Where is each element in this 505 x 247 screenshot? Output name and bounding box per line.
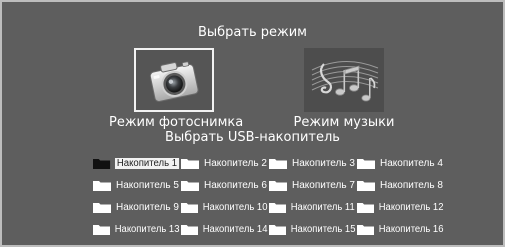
usb-drive-item[interactable]: Накопитель 7 bbox=[269, 178, 355, 192]
photo-mode-label: Режим фотоснимка bbox=[109, 115, 244, 130]
usb-drive-label: Накопитель 10 bbox=[202, 201, 268, 213]
music-mode-button[interactable] bbox=[304, 48, 384, 112]
usb-drive-label: Накопитель 7 bbox=[292, 179, 355, 191]
folder-icon bbox=[269, 158, 287, 169]
usb-drive-item[interactable]: Накопитель 15 bbox=[269, 222, 355, 236]
folder-icon bbox=[93, 158, 111, 169]
usb-drive-label: Накопитель 13 bbox=[114, 223, 180, 235]
usb-drive-label: Накопитель 1 bbox=[114, 157, 179, 169]
folder-icon bbox=[181, 180, 199, 191]
screen-title: Выбрать режим bbox=[197, 25, 307, 40]
usb-drive-label: Накопитель 15 bbox=[290, 223, 356, 235]
folder-icon bbox=[357, 180, 375, 191]
photo-mode-button[interactable] bbox=[134, 48, 214, 112]
usb-drive-label: Накопитель 11 bbox=[290, 201, 355, 213]
folder-icon bbox=[269, 202, 287, 213]
usb-drive-label: Накопитель 6 bbox=[204, 179, 267, 191]
folder-icon bbox=[181, 202, 199, 213]
usb-drive-label: Накопитель 12 bbox=[378, 201, 444, 213]
usb-select-title: Выбрать USB-накопитель bbox=[165, 130, 340, 145]
usb-drive-label: Накопитель 8 bbox=[380, 179, 443, 191]
usb-drive-item[interactable]: Накопитель 14 bbox=[181, 222, 267, 236]
usb-drive-item[interactable]: Накопитель 8 bbox=[357, 178, 443, 192]
usb-drive-item[interactable]: Накопитель 9 bbox=[93, 200, 179, 214]
usb-drive-item[interactable]: Накопитель 12 bbox=[357, 200, 443, 214]
folder-icon bbox=[269, 224, 287, 235]
mode-select-screen: Выбрать режим Режим фотоснимка Режим муз… bbox=[0, 0, 505, 247]
folder-icon bbox=[357, 158, 375, 169]
music-mode-label: Режим музыки bbox=[293, 115, 395, 130]
usb-drive-item[interactable]: Накопитель 16 bbox=[357, 222, 443, 236]
folder-icon bbox=[357, 224, 375, 235]
usb-drive-label: Накопитель 3 bbox=[292, 157, 355, 169]
folder-icon bbox=[269, 180, 287, 191]
usb-drive-label: Накопитель 9 bbox=[116, 201, 179, 213]
usb-drive-item[interactable]: Накопитель 5 bbox=[93, 178, 179, 192]
usb-drive-item[interactable]: Накопитель 2 bbox=[181, 156, 267, 170]
usb-drive-label: Накопитель 4 bbox=[380, 157, 443, 169]
usb-drive-item[interactable]: Накопитель 6 bbox=[181, 178, 267, 192]
folder-icon bbox=[93, 202, 111, 213]
usb-drive-item[interactable]: Накопитель 4 bbox=[357, 156, 443, 170]
music-notes-icon bbox=[311, 60, 379, 102]
usb-drive-item[interactable]: Накопитель 3 bbox=[269, 156, 355, 170]
usb-drive-label: Накопитель 16 bbox=[378, 223, 444, 235]
usb-drive-item[interactable]: Накопитель 11 bbox=[269, 200, 355, 214]
folder-icon bbox=[181, 224, 199, 235]
usb-drive-label: Накопитель 14 bbox=[202, 223, 268, 235]
folder-icon bbox=[357, 202, 375, 213]
usb-drive-item[interactable]: Накопитель 1 bbox=[93, 156, 179, 170]
usb-drive-item[interactable]: Накопитель 10 bbox=[181, 200, 267, 214]
usb-drive-label: Накопитель 5 bbox=[116, 179, 179, 191]
folder-icon bbox=[93, 180, 111, 191]
folder-icon bbox=[181, 158, 199, 169]
usb-drive-item[interactable]: Накопитель 13 bbox=[93, 222, 179, 236]
folder-icon bbox=[93, 224, 111, 235]
camera-icon bbox=[149, 61, 199, 102]
usb-drive-label: Накопитель 2 bbox=[204, 157, 267, 169]
